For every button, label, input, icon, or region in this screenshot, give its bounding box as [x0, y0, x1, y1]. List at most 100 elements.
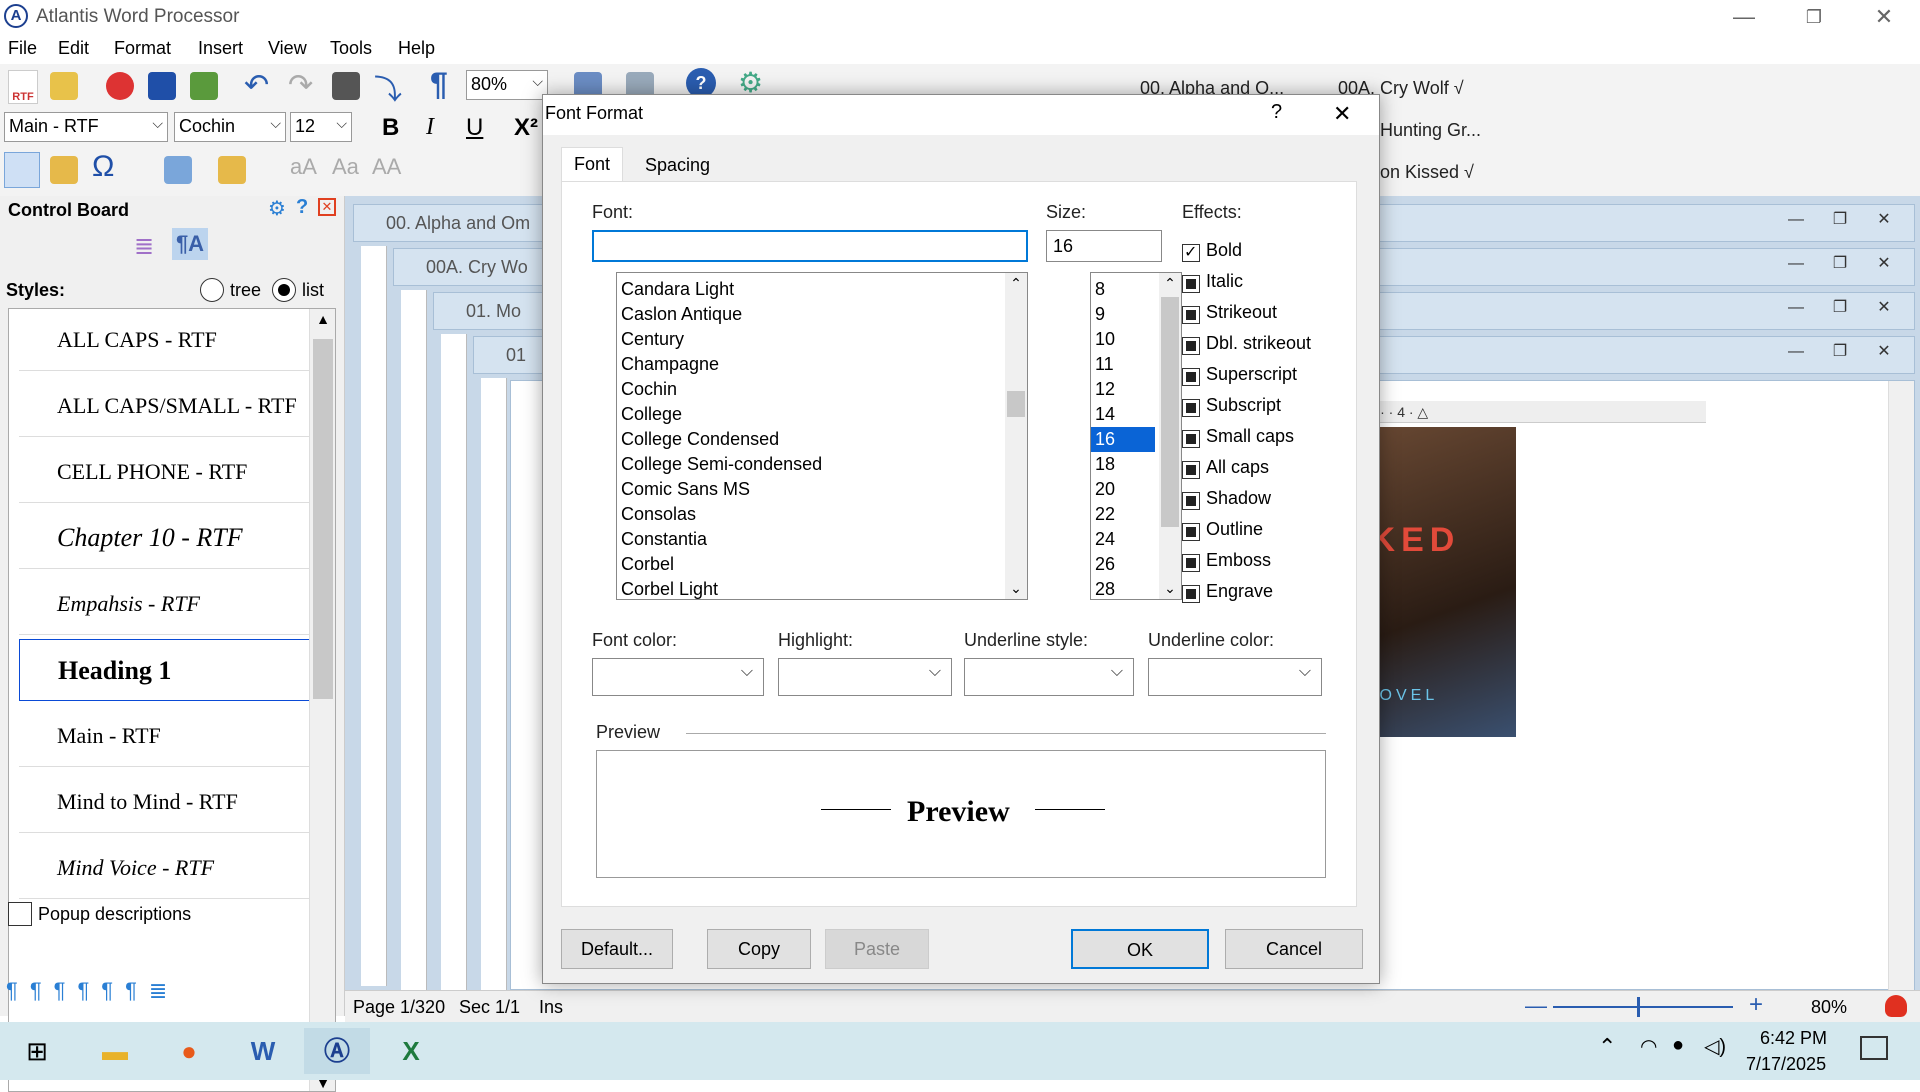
save-all-icon[interactable] — [190, 72, 218, 100]
change-case-icon[interactable]: Aa — [332, 154, 359, 180]
font-list-item[interactable]: Champagne — [621, 352, 719, 377]
underline-color-dropdown[interactable] — [1148, 658, 1322, 696]
menu-insert[interactable]: Insert — [198, 38, 243, 59]
wifi-icon[interactable]: ◠ — [1640, 1034, 1657, 1059]
underline-button[interactable]: U — [466, 114, 483, 142]
font-list-item[interactable]: Candara Light — [621, 277, 734, 302]
style-item-all-caps-small[interactable]: ALL CAPS/SMALL - RTF — [19, 375, 315, 437]
shrink-font-icon[interactable]: aA — [290, 154, 317, 180]
size-list-item-selected[interactable]: 16 — [1091, 427, 1155, 452]
style-item-chapter-10[interactable]: Chapter 10 - RTF — [19, 507, 315, 569]
save-icon[interactable] — [148, 72, 176, 100]
close-panel-icon[interactable]: ✕ — [318, 198, 336, 216]
scroll-up-icon[interactable]: ⌃ — [1159, 275, 1181, 292]
font-input[interactable] — [592, 230, 1028, 262]
effect-italic-checkbox[interactable] — [1182, 275, 1200, 293]
settings-gear-icon[interactable]: ⚙ — [268, 196, 286, 221]
font-list-item[interactable]: Constantia — [621, 527, 707, 552]
tray-chevron-up-icon[interactable]: ⌃ — [1598, 1034, 1616, 1060]
firefox-icon[interactable]: ● — [156, 1028, 222, 1074]
copy-button[interactable]: Copy — [707, 929, 811, 969]
paste-button[interactable]: Paste — [825, 929, 929, 969]
insert-page-icon[interactable] — [164, 156, 192, 184]
font-list-scrollbar[interactable]: ⌃ ⌄ — [1005, 273, 1027, 599]
scroll-down-icon[interactable]: ⌄ — [1159, 580, 1181, 597]
paragraph-styles-icon[interactable]: ≣ — [134, 232, 154, 261]
effect-outline-checkbox[interactable] — [1182, 523, 1200, 541]
tab-spacing[interactable]: Spacing — [633, 149, 722, 182]
bold-button[interactable]: B — [382, 114, 399, 142]
style-item-mind-to-mind[interactable]: Mind to Mind - RTF — [19, 771, 315, 833]
style-item-empahsis[interactable]: Empahsis - RTF — [19, 573, 315, 635]
size-list-item[interactable]: 12 — [1095, 377, 1115, 402]
list-radio[interactable] — [272, 278, 296, 302]
size-list-item[interactable]: 22 — [1095, 502, 1115, 527]
effect-small-caps-checkbox[interactable] — [1182, 430, 1200, 448]
highlight-dropdown[interactable] — [778, 658, 952, 696]
zoom-combo[interactable]: 80% ⌵ — [466, 70, 548, 100]
undo-icon[interactable]: ↶ — [244, 68, 269, 103]
styles-scrollbar[interactable]: ▲ ▼ — [309, 309, 335, 1091]
show-formatting-icon[interactable]: ¶ — [430, 66, 448, 103]
menu-file[interactable]: File — [8, 38, 37, 59]
cancel-button[interactable]: Cancel — [1225, 929, 1363, 969]
notifications-icon[interactable] — [1860, 1036, 1888, 1060]
font-list-item[interactable]: College Condensed — [621, 427, 779, 452]
font-list-item[interactable]: College — [621, 402, 682, 427]
size-list-item[interactable]: 20 — [1095, 477, 1115, 502]
volume-icon[interactable]: ◁) — [1704, 1034, 1726, 1059]
start-windows-icon[interactable]: ⊞ — [4, 1028, 70, 1074]
font-list-item[interactable]: Comic Sans MS — [621, 477, 750, 502]
default-button[interactable]: Default... — [561, 929, 673, 969]
style-combo[interactable]: Main - RTF ⌵ — [4, 112, 168, 142]
effect-engrave-checkbox[interactable] — [1182, 585, 1200, 603]
font-list-item[interactable]: Corbel Light — [621, 577, 718, 599]
font-color-dropdown[interactable] — [592, 658, 764, 696]
style-item-main[interactable]: Main - RTF — [19, 705, 315, 767]
help-question-icon[interactable]: ? — [296, 196, 308, 219]
zoom-in-icon[interactable]: + — [1749, 991, 1763, 1019]
close-doc-icon[interactable] — [106, 72, 134, 100]
effect-emboss-checkbox[interactable] — [1182, 554, 1200, 572]
clock-time[interactable]: 6:42 PM — [1760, 1028, 1827, 1049]
character-styles-icon[interactable]: ¶A — [172, 228, 208, 260]
font-list-item[interactable]: College Semi-condensed — [621, 452, 822, 477]
status-insert-mode[interactable]: Ins — [539, 997, 563, 1018]
atlantis-taskbar-icon[interactable]: Ⓐ — [304, 1028, 370, 1074]
style-item-mind-voice[interactable]: Mind Voice - RTF — [19, 837, 315, 899]
menu-help[interactable]: Help — [398, 38, 435, 59]
scroll-down-icon[interactable]: ⌄ — [1005, 580, 1027, 597]
minimize-button[interactable]: — — [1716, 2, 1772, 32]
dialog-help-button[interactable]: ? — [1271, 101, 1282, 124]
find-icon[interactable] — [332, 72, 360, 100]
zoom-out-icon[interactable]: — — [1525, 993, 1547, 1019]
effect-bold-checkbox[interactable]: ✓ — [1182, 244, 1200, 262]
ok-button[interactable]: OK — [1071, 929, 1209, 969]
restore-button[interactable]: ❐ — [1786, 2, 1842, 32]
size-list-item[interactable]: 18 — [1095, 452, 1115, 477]
effect-superscript-checkbox[interactable] — [1182, 368, 1200, 386]
excel-icon[interactable]: X — [378, 1028, 444, 1074]
document-scrollbar[interactable] — [1888, 381, 1914, 991]
size-list-item[interactable]: 8 — [1095, 277, 1105, 302]
effect-subscript-checkbox[interactable] — [1182, 399, 1200, 417]
font-list-item[interactable]: Corbel — [621, 552, 674, 577]
symbol-omega-icon[interactable]: Ω — [92, 150, 114, 184]
size-list-item[interactable]: 26 — [1095, 552, 1115, 577]
navigation-icon[interactable] — [4, 152, 40, 188]
menu-format[interactable]: Format — [114, 38, 171, 59]
zoom-slider[interactable] — [1553, 997, 1733, 1017]
menu-view[interactable]: View — [268, 38, 307, 59]
size-list-item[interactable]: 9 — [1095, 302, 1105, 327]
tab-font[interactable]: Font — [561, 147, 624, 183]
size-list-item[interactable]: 14 — [1095, 402, 1115, 427]
file-explorer-icon[interactable]: ▬ — [82, 1028, 148, 1074]
font-list-item[interactable]: Caslon Antique — [621, 302, 742, 327]
size-list-item[interactable]: 28 — [1095, 577, 1115, 599]
edit-note-icon[interactable] — [50, 156, 78, 184]
style-item-cell-phone[interactable]: CELL PHONE - RTF — [19, 441, 315, 503]
close-window-button[interactable]: ✕ — [1856, 2, 1912, 32]
mdi-controls[interactable]: — ❐ ✕ — [1774, 297, 1906, 317]
superscript-button[interactable]: X² — [514, 114, 538, 142]
font-list-item[interactable]: Century — [621, 327, 684, 352]
